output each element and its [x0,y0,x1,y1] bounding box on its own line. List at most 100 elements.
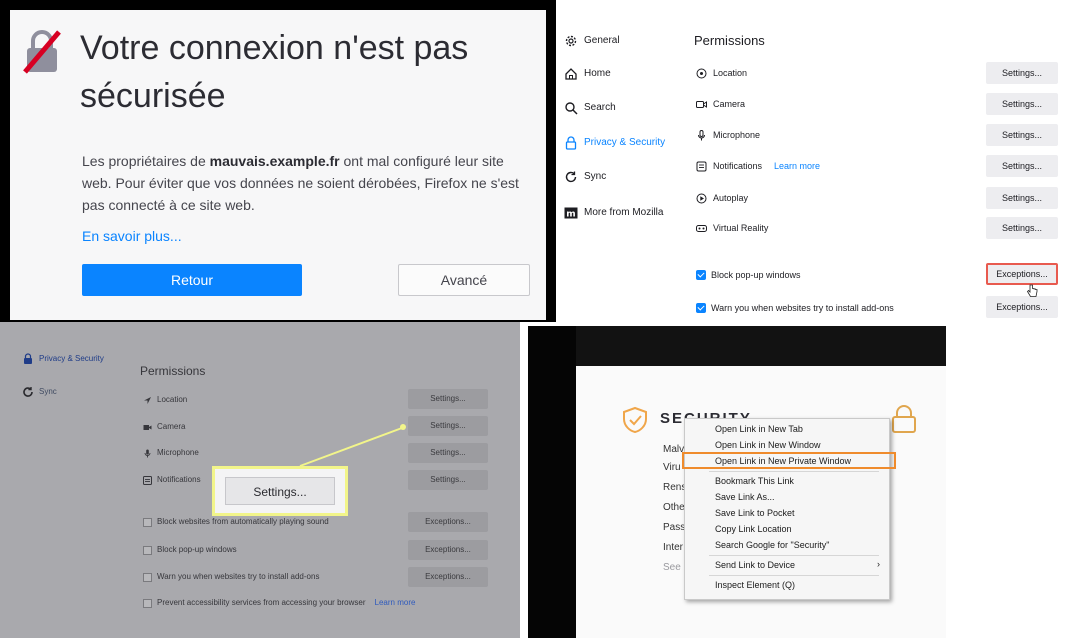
block-popups-checkbox[interactable]: Block pop-up windows [696,268,801,282]
gear-icon [565,35,577,47]
warn-addons-checkbox[interactable]: Warn you when websites try to install ad… [696,301,894,315]
context-menu-panel: SECURITY Malv Viru Rens Othe Pass Inter … [528,326,946,638]
location-settings-button[interactable]: Settings... [986,62,1058,84]
menu-item-search-google[interactable]: Search Google for "Security" [715,538,829,552]
permissions-panel: General Home Search Privacy & Security S… [556,0,1066,324]
permission-microphone: Microphone [143,446,199,460]
svg-text:m: m [566,210,575,220]
notifications-icon [143,475,152,485]
sidebar-item-privacy-security[interactable]: Privacy & Security [564,133,665,153]
notifications-settings-button[interactable]: Settings... [408,470,488,490]
menu-item-save-link-as[interactable]: Save Link As... [715,490,775,504]
location-icon [696,68,707,78]
microphone-icon [698,129,705,140]
addons-exceptions-button[interactable]: Exceptions... [986,296,1058,318]
shield-icon [623,406,647,434]
insecure-connection-panel: Votre connexion n'est pas sécurisée Les … [0,0,556,322]
learn-more-link[interactable]: Learn more [375,596,416,610]
list-item[interactable]: Othe [663,502,685,513]
checkbox-checked[interactable] [696,270,706,280]
sidebar-item-sync[interactable]: Sync [22,385,57,399]
permission-virtual-reality: Virtual Reality [696,218,768,238]
autoplay-icon [696,193,707,203]
popup-exceptions-button[interactable]: Exceptions... [986,263,1058,285]
checkbox[interactable] [143,572,152,582]
block-popups-checkbox[interactable]: Block pop-up windows [143,543,237,557]
site-domain: mauvais.example.fr [209,153,340,169]
sidebar-item-sync[interactable]: Sync [564,167,606,187]
zoomed-settings-button[interactable]: Settings... [225,477,335,505]
menu-separator [709,555,879,556]
autoplay-exceptions-button[interactable]: Exceptions... [408,512,488,532]
checkbox[interactable] [143,598,152,608]
prevent-accessibility-checkbox[interactable]: Prevent accessibility services from acce… [143,596,415,610]
menu-separator [709,471,879,472]
location-settings-button[interactable]: Settings... [408,389,488,409]
warn-addons-checkbox[interactable]: Warn you when websites try to install ad… [143,570,319,584]
vr-icon [696,224,707,232]
learn-more-link[interactable]: Learn more [774,156,820,176]
menu-separator [709,575,879,576]
camera-icon [143,424,152,430]
camera-icon [696,100,707,108]
error-page: Votre connexion n'est pas sécurisée Les … [10,10,546,320]
menu-item-save-to-pocket[interactable]: Save Link to Pocket [715,506,795,520]
sidebar-item-home[interactable]: Home [564,64,611,84]
list-item[interactable]: Rens [663,482,686,493]
lock-icon [892,405,916,433]
page-title: Votre connexion n'est pas sécurisée [80,29,469,115]
back-button[interactable]: Retour [82,264,302,296]
menu-item-bookmark-link[interactable]: Bookmark This Link [715,474,794,488]
menu-item-open-new-window[interactable]: Open Link in New Window [715,438,821,452]
sidebar-item-privacy-security[interactable]: Privacy & Security [22,352,104,366]
menu-item-copy-link[interactable]: Copy Link Location [715,522,792,536]
block-autoplay-sound-checkbox[interactable]: Block websites from automatically playin… [143,515,329,529]
permissions-panel-dimmed: Privacy & Security Sync Permissions Loca… [0,322,520,638]
autoplay-settings-button[interactable]: Settings... [986,187,1058,209]
checkbox-checked[interactable] [696,303,706,313]
advanced-button[interactable]: Avancé [398,264,530,296]
camera-settings-button[interactable]: Settings... [986,93,1058,115]
lock-icon [565,136,577,150]
list-item[interactable]: Inter [663,542,683,553]
permissions-heading: Permissions [694,33,765,48]
sync-icon [565,171,577,183]
menu-item-send-to-device[interactable]: Send Link to Device [715,558,795,572]
menu-item-inspect-element[interactable]: Inspect Element (Q) [715,578,795,592]
permission-camera: Camera [696,94,745,114]
popup-exceptions-button[interactable]: Exceptions... [408,540,488,560]
learn-more-link[interactable]: En savoir plus... [82,228,182,244]
hand-cursor-icon [1026,284,1038,297]
background-photo [576,326,946,366]
permission-camera: Camera [143,420,185,434]
sidebar-item-search[interactable]: Search [564,98,616,118]
addons-exceptions-button[interactable]: Exceptions... [408,567,488,587]
permission-notifications: Notifications [143,473,201,487]
permission-microphone: Microphone [696,125,760,145]
highlight-box [682,452,896,469]
checkbox[interactable] [143,545,152,555]
lock-icon [24,353,32,364]
context-menu: Open Link in New Tab Open Link in New Wi… [684,418,890,600]
microphone-icon [144,449,151,457]
search-icon [565,102,578,115]
notifications-settings-button[interactable]: Settings... [986,155,1058,177]
microphone-settings-button[interactable]: Settings... [408,443,488,463]
checkbox[interactable] [143,517,152,527]
list-item[interactable]: Pass [663,522,685,533]
microphone-settings-button[interactable]: Settings... [986,124,1058,146]
sidebar-item-general[interactable]: General [564,31,620,51]
sync-icon [23,387,33,397]
see-more-link[interactable]: See [663,562,681,573]
camera-settings-button[interactable]: Settings... [408,416,488,436]
permission-location: Location [696,63,747,83]
sidebar-item-more-from-mozilla[interactable]: m More from Mozilla [564,203,663,223]
list-item[interactable]: Viru [663,462,681,473]
error-message: Les propriétaires de mauvais.example.fr … [82,153,519,213]
permission-notifications: Notifications Learn more [696,156,820,176]
list-item[interactable]: Malv [663,444,684,455]
home-icon [565,68,577,80]
vr-settings-button[interactable]: Settings... [986,217,1058,239]
menu-item-open-new-tab[interactable]: Open Link in New Tab [715,422,803,436]
permissions-heading: Permissions [140,364,206,378]
